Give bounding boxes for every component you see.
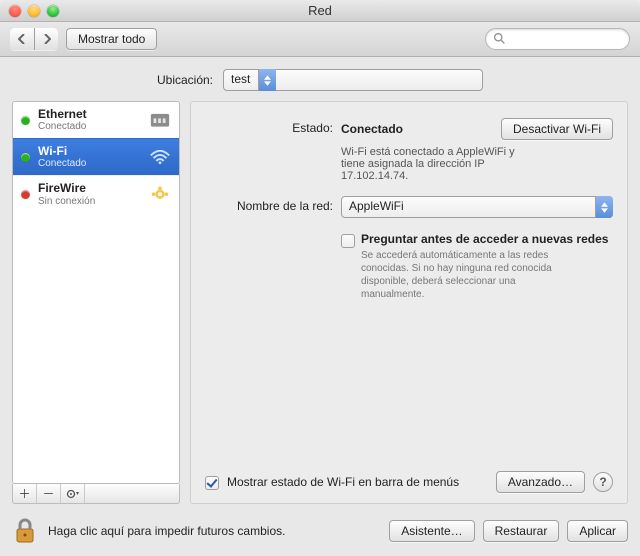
detail-panel: Estado: Conectado Desactivar Wi-Fi Wi-Fi… — [190, 101, 628, 504]
select-arrows-icon — [595, 196, 613, 218]
interface-row-ethernet[interactable]: Ethernet Conectado — [13, 102, 179, 138]
minimize-window-button[interactable] — [28, 5, 40, 17]
status-value: Conectado — [341, 122, 403, 136]
toolbar: Mostrar todo — [0, 22, 640, 57]
wifi-icon — [149, 148, 171, 166]
interface-name: Wi-Fi — [38, 144, 67, 158]
chevron-right-icon — [43, 34, 51, 44]
interface-actions-button[interactable] — [61, 484, 85, 503]
sidebar-button-bar: ＋ － — [12, 484, 180, 504]
lock-text: Haga clic aquí para impedir futuros camb… — [48, 524, 285, 538]
select-arrows-icon — [258, 69, 276, 91]
titlebar: Red — [0, 0, 640, 22]
ask-new-networks-label: Preguntar antes de acceder a nuevas rede… — [361, 232, 608, 246]
window-controls — [0, 5, 59, 17]
revert-button[interactable]: Restaurar — [483, 520, 560, 542]
gear-icon — [66, 488, 80, 500]
status-row: Estado: Conectado Desactivar Wi-Fi Wi-Fi… — [205, 118, 613, 182]
status-dot-icon — [21, 153, 30, 162]
advanced-button[interactable]: Avanzado… — [496, 471, 585, 493]
network-name-row: Nombre de la red: AppleWiFi — [205, 196, 613, 218]
interface-name: Ethernet — [38, 107, 87, 121]
network-name-select[interactable]: AppleWiFi — [341, 196, 613, 218]
window-title: Red — [0, 3, 640, 18]
ask-new-networks-description: Se accederá automáticamente a las redes … — [361, 249, 581, 301]
turn-off-wifi-button[interactable]: Desactivar Wi-Fi — [501, 118, 613, 140]
ask-new-networks-checkbox[interactable] — [341, 234, 355, 248]
remove-interface-button[interactable]: － — [37, 484, 61, 503]
location-label: Ubicación: — [157, 73, 213, 87]
nav-segment — [10, 28, 58, 50]
interface-name: FireWire — [38, 181, 86, 195]
interface-row-wifi[interactable]: Wi-Fi Conectado — [13, 138, 179, 175]
lock-icon[interactable] — [12, 518, 38, 544]
add-interface-button[interactable]: ＋ — [13, 484, 37, 503]
bottom-buttons: Asistente… Restaurar Aplicar — [389, 520, 628, 542]
forward-button[interactable] — [34, 28, 58, 50]
search-wrap — [485, 28, 630, 50]
apply-button[interactable]: Aplicar — [567, 520, 628, 542]
network-name-label: Nombre de la red: — [205, 196, 333, 213]
location-select[interactable]: test — [223, 69, 483, 91]
split: Ethernet Conectado Wi-Fi Conectado — [0, 101, 640, 510]
sidebar-wrap: Ethernet Conectado Wi-Fi Conectado — [12, 101, 180, 504]
location-row: Ubicación: test — [0, 57, 640, 101]
firewire-icon — [149, 185, 171, 203]
show-all-button[interactable]: Mostrar todo — [66, 28, 157, 50]
bottom-bar: Haga clic aquí para impedir futuros camb… — [0, 510, 640, 556]
status-description: Wi-Fi está conectado a AppleWiFi y tiene… — [341, 146, 536, 182]
location-select-value: test — [223, 69, 258, 91]
panel-footer: Mostrar estado de Wi-Fi en barra de menú… — [205, 471, 613, 493]
chevron-left-icon — [18, 34, 26, 44]
interface-status: Conectado — [38, 158, 141, 169]
interface-status: Conectado — [38, 121, 141, 132]
network-name-value: AppleWiFi — [341, 196, 595, 218]
interface-row-firewire[interactable]: FireWire Sin conexión — [13, 175, 179, 212]
interfaces-list: Ethernet Conectado Wi-Fi Conectado — [12, 101, 180, 484]
show-in-menubar-checkbox[interactable] — [205, 476, 219, 490]
status-dot-icon — [21, 190, 30, 199]
status-label: Estado: — [205, 118, 333, 135]
search-input[interactable] — [485, 28, 630, 50]
back-button[interactable] — [10, 28, 34, 50]
ask-new-networks-row: Preguntar antes de acceder a nuevas rede… — [205, 232, 613, 301]
interface-status: Sin conexión — [38, 196, 141, 207]
close-window-button[interactable] — [9, 5, 21, 17]
prefs-window: Red Mostrar todo Ubicación: test — [0, 0, 640, 556]
zoom-window-button[interactable] — [47, 5, 59, 17]
status-dot-icon — [21, 116, 30, 125]
show-in-menubar-label: Mostrar estado de Wi-Fi en barra de menú… — [227, 475, 459, 489]
help-button[interactable]: ? — [593, 472, 613, 492]
ethernet-icon — [149, 111, 171, 129]
assistant-button[interactable]: Asistente… — [389, 520, 474, 542]
body: Ubicación: test Ethernet Conecta — [0, 57, 640, 556]
